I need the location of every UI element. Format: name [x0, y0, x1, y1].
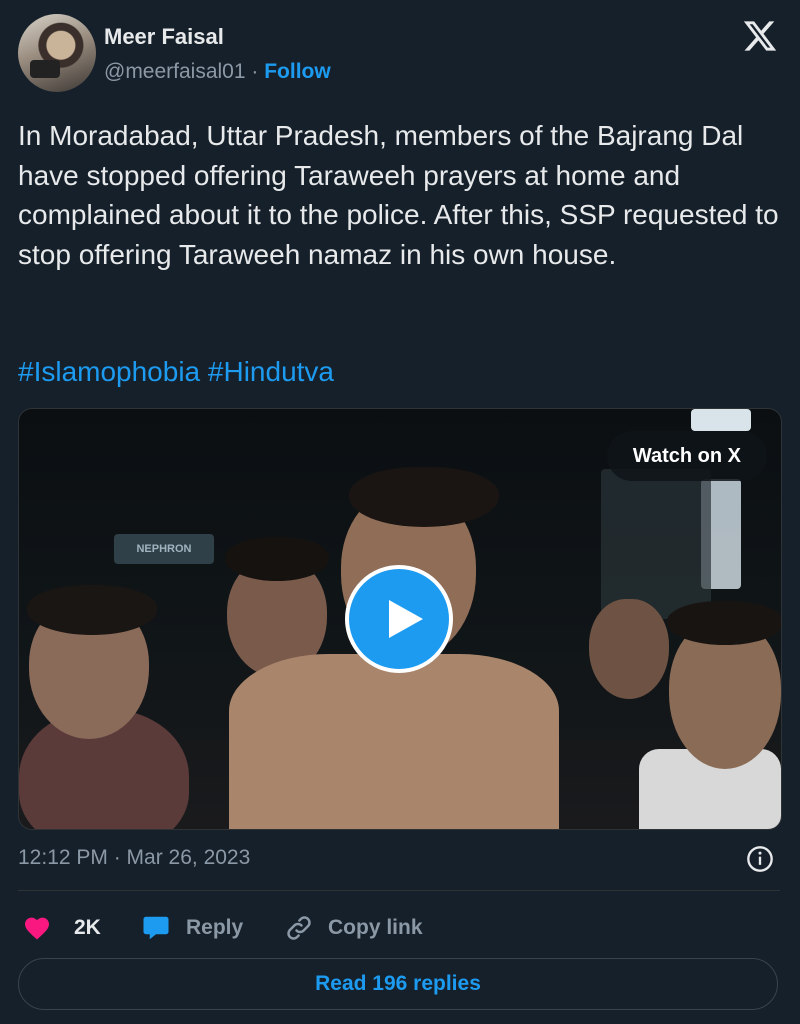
author-avatar[interactable]: [18, 14, 96, 92]
window-light: [691, 409, 751, 431]
info-icon[interactable]: [746, 845, 774, 873]
hair-right: [667, 601, 781, 645]
reply-action[interactable]: Reply: [140, 908, 243, 948]
copy-link-action[interactable]: Copy link: [284, 908, 423, 948]
play-button[interactable]: [345, 565, 453, 673]
hashtag-islamophobia[interactable]: #Islamophobia: [18, 356, 200, 387]
speaker-vest: [229, 654, 559, 829]
face-back-right: [589, 599, 669, 699]
author-handle-row: @meerfaisal01 · Follow: [104, 60, 331, 84]
tweet-timestamp[interactable]: 12:12 PM · Mar 26, 2023: [18, 846, 250, 870]
tweet-text: In Moradabad, Uttar Pradesh, members of …: [18, 120, 779, 270]
hashtag-hindutva[interactable]: #Hindutva: [208, 356, 334, 387]
tweet-card: Meer Faisal @meerfaisal01 · Follow In Mo…: [0, 0, 800, 1024]
x-logo-icon[interactable]: [742, 18, 778, 54]
hashtag-row: #Islamophobia #Hindutva: [18, 352, 334, 391]
author-handle[interactable]: @meerfaisal01: [104, 60, 246, 83]
speaker-hair: [349, 467, 499, 527]
building-wall: [601, 469, 711, 619]
author-name[interactable]: Meer Faisal: [104, 24, 224, 50]
divider: [18, 890, 780, 891]
speech-bubble-icon: [143, 916, 169, 940]
heart-icon: [25, 917, 49, 940]
play-icon: [389, 600, 423, 638]
hair-second: [225, 537, 329, 581]
camera-shape: [30, 60, 60, 78]
like-action[interactable]: 2K: [22, 908, 101, 948]
link-icon: [287, 916, 311, 940]
copy-link-label: Copy link: [328, 916, 423, 939]
like-count: 2K: [74, 916, 101, 939]
hair-left: [27, 585, 157, 635]
read-replies-button[interactable]: Read 196 replies: [18, 958, 778, 1010]
follow-button[interactable]: Follow: [264, 60, 331, 83]
video-player[interactable]: NEPHRON Watch on X: [18, 408, 782, 830]
handle-separator: ·: [251, 60, 259, 83]
watch-on-x-button[interactable]: Watch on X: [606, 431, 767, 481]
shop-sign-text: NEPHRON: [136, 543, 192, 555]
shop-sign: NEPHRON: [114, 534, 214, 564]
reply-label: Reply: [186, 916, 244, 939]
